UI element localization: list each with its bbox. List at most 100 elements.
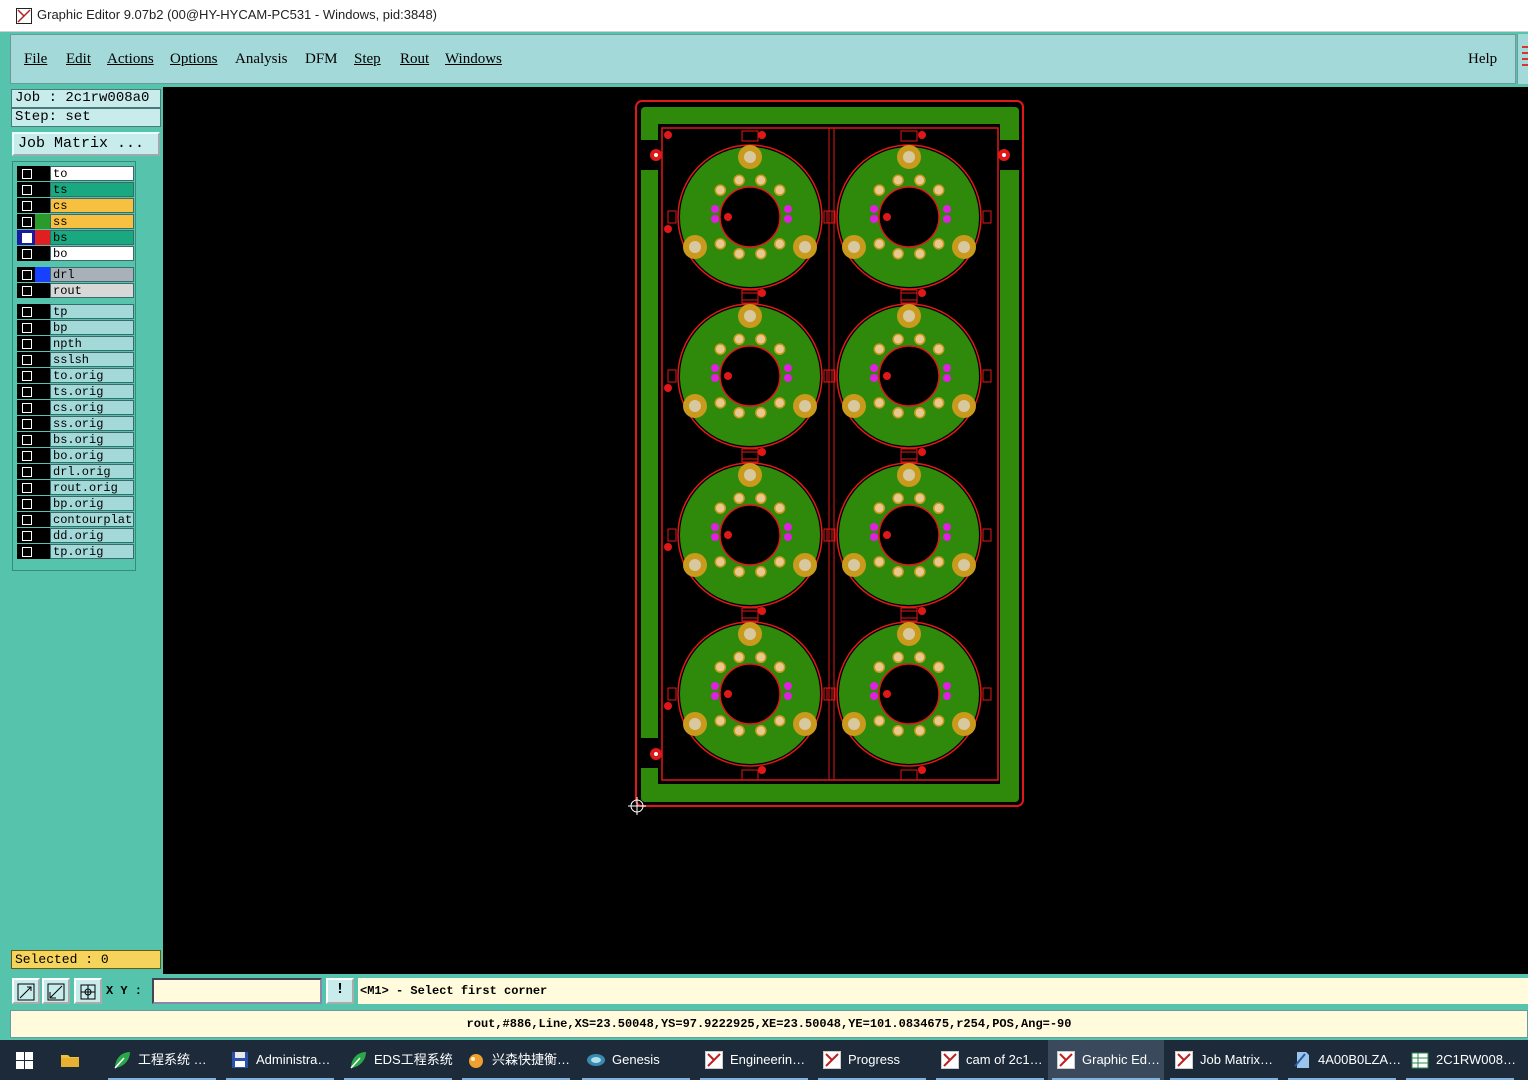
menu-file[interactable]: File xyxy=(24,51,47,68)
taskbar-item[interactable]: Progress xyxy=(814,1040,930,1080)
taskbar-item[interactable]: 4A00B0LZA… xyxy=(1284,1040,1400,1080)
layer-color-swatch[interactable] xyxy=(35,283,50,298)
side-toolbar-stub[interactable] xyxy=(1517,34,1528,84)
layer-color-swatch[interactable] xyxy=(35,182,50,197)
layer-row-rout-orig[interactable]: rout.orig xyxy=(16,480,134,495)
layer-name[interactable]: ss xyxy=(50,214,134,229)
layer-checkbox[interactable] xyxy=(17,512,35,527)
zoom-area-button[interactable] xyxy=(12,978,40,1004)
layer-row-npth[interactable]: npth xyxy=(16,336,134,351)
taskbar-item[interactable]: 兴森快捷衡… xyxy=(458,1040,574,1080)
layer-name[interactable]: ts xyxy=(50,182,134,197)
grid-snap-button[interactable] xyxy=(74,978,102,1004)
layer-checkbox[interactable] xyxy=(17,230,35,245)
layer-color-swatch[interactable] xyxy=(35,246,50,261)
layer-checkbox[interactable] xyxy=(17,480,35,495)
layer-name[interactable]: cs xyxy=(50,198,134,213)
layer-row-bo[interactable]: bo xyxy=(16,246,134,261)
info-button[interactable]: ! xyxy=(326,978,354,1004)
layer-checkbox[interactable] xyxy=(17,432,35,447)
layer-color-swatch[interactable] xyxy=(35,320,50,335)
taskbar-item[interactable]: Graphic Ed… xyxy=(1048,1040,1164,1080)
layer-color-swatch[interactable] xyxy=(35,267,50,282)
layer-name[interactable]: cs.orig xyxy=(50,400,134,415)
pcb-panel-drawing[interactable] xyxy=(163,87,1528,974)
layer-color-swatch[interactable] xyxy=(35,496,50,511)
layer-checkbox[interactable] xyxy=(17,448,35,463)
menu-analysis[interactable]: Analysis xyxy=(235,51,288,68)
layer-checkbox[interactable] xyxy=(17,283,35,298)
layer-name[interactable]: rout.orig xyxy=(50,480,134,495)
layer-checkbox[interactable] xyxy=(17,267,35,282)
layer-checkbox[interactable] xyxy=(17,182,35,197)
layer-row-bp[interactable]: bp xyxy=(16,320,134,335)
layer-name[interactable]: bs.orig xyxy=(50,432,134,447)
layer-name[interactable]: bp xyxy=(50,320,134,335)
taskbar-item[interactable]: 工程系统 … xyxy=(104,1040,220,1080)
menu-edit[interactable]: Edit xyxy=(66,51,91,68)
layer-checkbox[interactable] xyxy=(17,400,35,415)
layer-row-bp-orig[interactable]: bp.orig xyxy=(16,496,134,511)
layer-name[interactable]: bo xyxy=(50,246,134,261)
layer-name[interactable]: ts.orig xyxy=(50,384,134,399)
layer-checkbox[interactable] xyxy=(17,352,35,367)
layer-color-swatch[interactable] xyxy=(35,304,50,319)
menu-step[interactable]: Step xyxy=(354,51,381,68)
layer-color-swatch[interactable] xyxy=(35,230,50,245)
layer-row-rout[interactable]: rout xyxy=(16,283,134,298)
layer-name[interactable]: npth xyxy=(50,336,134,351)
layer-color-swatch[interactable] xyxy=(35,166,50,181)
layer-row-ss[interactable]: ss xyxy=(16,214,134,229)
layer-row-tp-orig[interactable]: tp.orig xyxy=(16,544,134,559)
layer-color-swatch[interactable] xyxy=(35,464,50,479)
menu-windows[interactable]: Windows xyxy=(445,51,502,68)
layer-color-swatch[interactable] xyxy=(35,400,50,415)
layer-row-drl[interactable]: drl xyxy=(16,267,134,282)
layer-row-cs[interactable]: cs xyxy=(16,198,134,213)
layer-checkbox[interactable] xyxy=(17,528,35,543)
layer-color-swatch[interactable] xyxy=(35,384,50,399)
layer-row-bs[interactable]: bs xyxy=(16,230,134,245)
layer-color-swatch[interactable] xyxy=(35,198,50,213)
job-matrix-button[interactable]: Job Matrix ... xyxy=(12,132,160,156)
taskbar-item[interactable]: Engineerin… xyxy=(696,1040,812,1080)
layer-row-ss-orig[interactable]: ss.orig xyxy=(16,416,134,431)
layer-checkbox[interactable] xyxy=(17,368,35,383)
menu-rout[interactable]: Rout xyxy=(400,51,429,68)
measure-button[interactable] xyxy=(42,978,70,1004)
layer-row-to[interactable]: to xyxy=(16,166,134,181)
layer-color-swatch[interactable] xyxy=(35,416,50,431)
layer-name[interactable]: rout xyxy=(50,283,134,298)
taskbar-item[interactable]: Job Matrix… xyxy=(1166,1040,1282,1080)
layer-checkbox[interactable] xyxy=(17,384,35,399)
layer-name[interactable]: contourplate xyxy=(50,512,134,527)
taskbar-item[interactable]: EDS工程系统 xyxy=(340,1040,456,1080)
layer-row-bs-orig[interactable]: bs.orig xyxy=(16,432,134,447)
layer-name[interactable]: drl xyxy=(50,267,134,282)
xy-input[interactable] xyxy=(152,978,322,1004)
layer-name[interactable]: tp xyxy=(50,304,134,319)
layer-color-swatch[interactable] xyxy=(35,336,50,351)
layer-row-bo-orig[interactable]: bo.orig xyxy=(16,448,134,463)
layer-checkbox[interactable] xyxy=(17,214,35,229)
layer-name[interactable]: ss.orig xyxy=(50,416,134,431)
start-button[interactable] xyxy=(0,1040,48,1080)
layer-checkbox[interactable] xyxy=(17,464,35,479)
layer-checkbox[interactable] xyxy=(17,166,35,181)
layer-name[interactable]: tp.orig xyxy=(50,544,134,559)
layer-color-swatch[interactable] xyxy=(35,544,50,559)
layer-checkbox[interactable] xyxy=(17,544,35,559)
graphic-canvas[interactable] xyxy=(163,87,1528,974)
layer-checkbox[interactable] xyxy=(17,416,35,431)
menu-actions[interactable]: Actions xyxy=(107,51,154,68)
taskbar-item[interactable]: Genesis xyxy=(578,1040,694,1080)
layer-name[interactable]: drl.orig xyxy=(50,464,134,479)
layer-checkbox[interactable] xyxy=(17,336,35,351)
menu-help[interactable]: Help xyxy=(1468,51,1497,68)
layer-color-swatch[interactable] xyxy=(35,214,50,229)
layer-row-ts[interactable]: ts xyxy=(16,182,134,197)
layer-row-dd-orig[interactable]: dd.orig xyxy=(16,528,134,543)
layer-row-to-orig[interactable]: to.orig xyxy=(16,368,134,383)
layer-name[interactable]: bo.orig xyxy=(50,448,134,463)
taskbar-folder[interactable] xyxy=(52,1040,94,1080)
